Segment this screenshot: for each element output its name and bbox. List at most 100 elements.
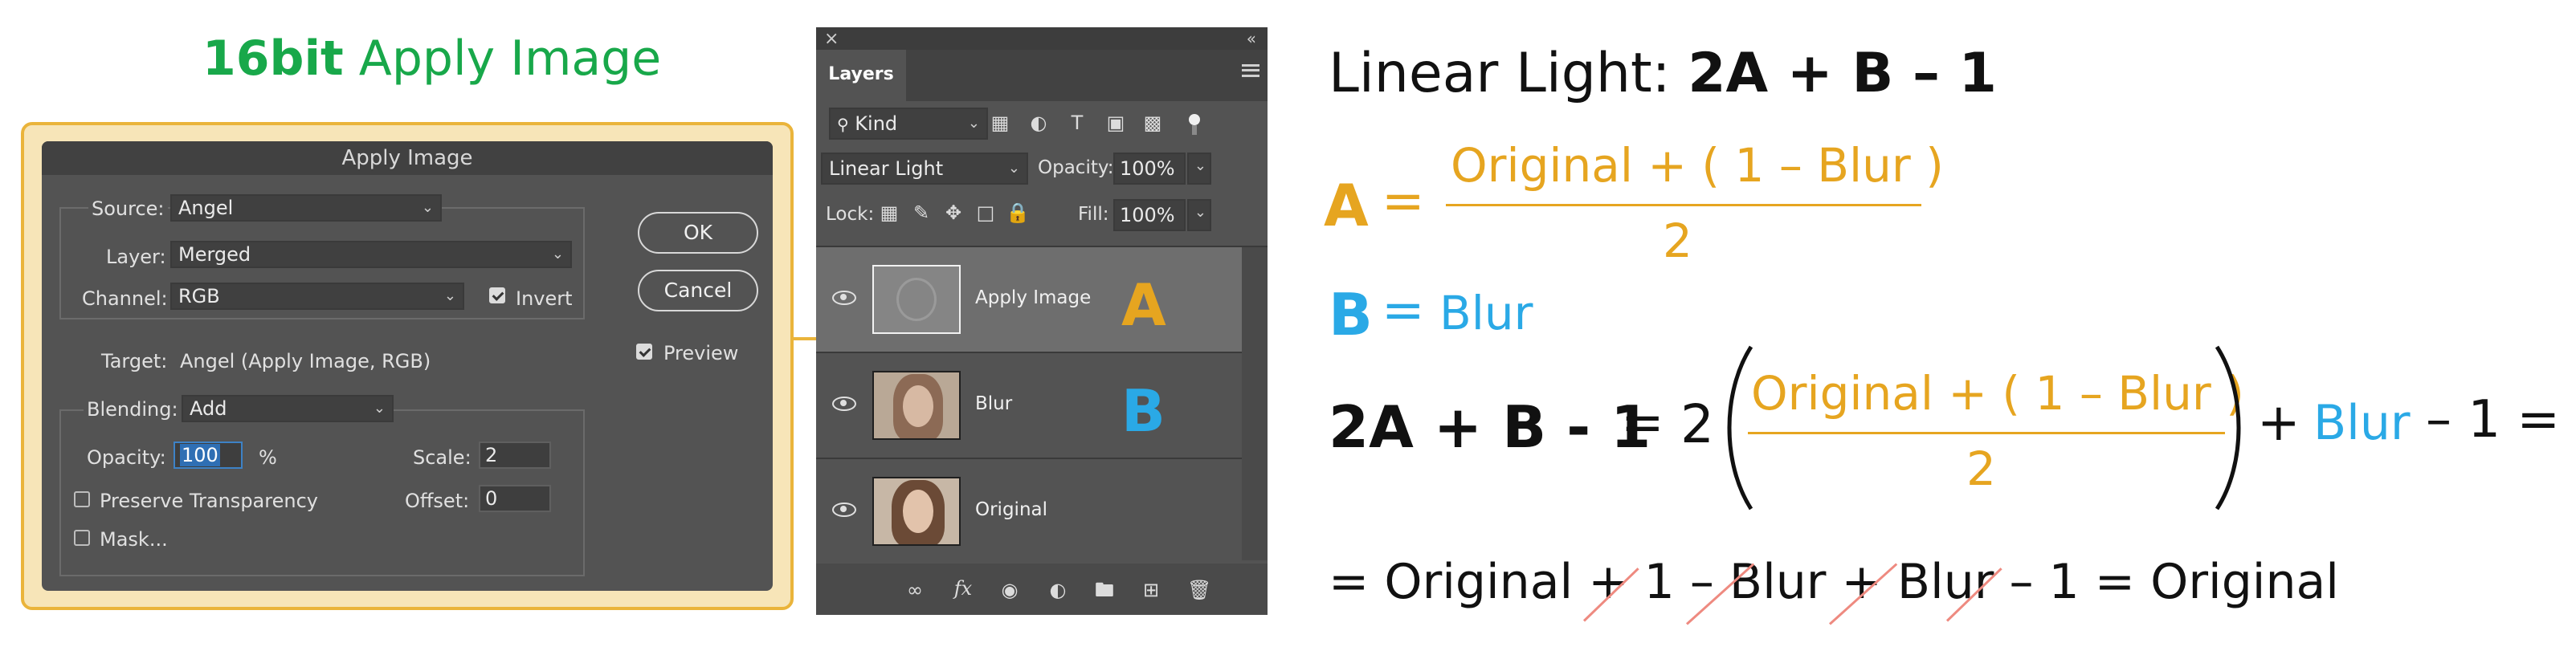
- lock-all-icon[interactable]: 🔒: [1006, 202, 1030, 223]
- adjustment-filter-icon[interactable]: ◐: [1028, 112, 1049, 133]
- layer-select[interactable]: Merged ⌄: [170, 241, 572, 268]
- opacity-value: 100: [180, 444, 220, 466]
- blend-mode-value: Linear Light: [829, 157, 944, 180]
- expand-numerator: Original + ( 1 – Blur ): [1751, 366, 2244, 421]
- chevron-down-icon: ⌄: [1194, 204, 1206, 221]
- image-filter-icon[interactable]: ▦: [990, 112, 1010, 133]
- eye-icon[interactable]: [832, 395, 856, 411]
- lock-position-icon[interactable]: ✥: [943, 202, 964, 223]
- blending-value: Add: [190, 397, 227, 420]
- link-layers-icon[interactable]: ∞: [904, 580, 925, 600]
- layers-panel: × « Layers ⚲ Kind ⌄ ▦ ◐ T ▣ ▩ Linear Ligh…: [816, 27, 1268, 615]
- final-part-cancelled: 1: [2048, 554, 2080, 610]
- scrollbar[interactable]: [1242, 247, 1268, 560]
- new-layer-icon[interactable]: ⊞: [1141, 580, 1161, 600]
- layer-thumbnail: [872, 477, 961, 546]
- blend-mode-select[interactable]: Linear Light ⌄: [821, 153, 1028, 185]
- preview-checkbox[interactable]: [636, 344, 652, 360]
- lock-transparent-pixels-icon[interactable]: ▦: [879, 202, 900, 223]
- preserve-transparency-checkbox[interactable]: [74, 491, 90, 507]
- folder-icon[interactable]: 🖿: [1094, 580, 1115, 600]
- chevron-down-icon: ⌄: [373, 400, 386, 417]
- layer-label: Layer:: [106, 246, 166, 268]
- blending-select[interactable]: Add ⌄: [182, 395, 394, 422]
- cancel-button[interactable]: Cancel: [638, 270, 758, 311]
- final-part: = Original: [2079, 554, 2339, 610]
- new-adjustment-layer-icon[interactable]: ◐: [1047, 580, 1068, 600]
- layer-name: Blur: [975, 393, 1013, 414]
- type-filter-icon[interactable]: T: [1067, 112, 1088, 133]
- offset-input[interactable]: 0: [479, 485, 551, 512]
- b-letter: B: [1329, 281, 1373, 348]
- chevron-down-icon: ⌄: [443, 287, 456, 304]
- layer-tag-a: A: [1121, 271, 1166, 339]
- formula-title: Linear Light: 2A + B – 1: [1329, 42, 1997, 105]
- layer-value: Merged: [178, 243, 251, 266]
- a-letter: A: [1324, 172, 1369, 239]
- final-line: = Original + 1 – Blur + Blur – 1 = Origi…: [1329, 554, 2339, 610]
- final-part: –: [1994, 554, 2049, 610]
- title-bold: 2A + B – 1: [1688, 42, 1997, 105]
- close-icon[interactable]: ×: [824, 29, 839, 49]
- a-equals: =: [1382, 172, 1425, 231]
- channel-select[interactable]: RGB ⌄: [170, 283, 464, 310]
- layer-opacity-value: 100%: [1120, 157, 1175, 180]
- ok-button[interactable]: OK: [638, 212, 758, 254]
- chevron-down-icon: ⌄: [1194, 157, 1206, 174]
- layer-thumbnail: [872, 371, 961, 440]
- lock-image-pixels-icon[interactable]: ✎: [911, 202, 932, 223]
- lock-artboard-icon[interactable]: □: [975, 202, 996, 223]
- source-select[interactable]: Angel ⌄: [170, 194, 442, 222]
- invert-checkbox[interactable]: [489, 287, 505, 303]
- panel-menu-icon[interactable]: [1242, 64, 1259, 77]
- fill-label: Fill:: [1078, 204, 1109, 225]
- scale-value: 2: [485, 444, 498, 466]
- tab-layers[interactable]: Layers: [816, 50, 906, 101]
- opacity-input[interactable]: 100: [174, 442, 243, 469]
- offset-label: Offset:: [405, 490, 470, 512]
- add-mask-icon[interactable]: ◉: [999, 580, 1020, 600]
- layer-opacity-dropdown[interactable]: ⌄: [1187, 153, 1211, 185]
- final-part: = Original +: [1329, 554, 1644, 610]
- panel-topbar: [816, 27, 1268, 50]
- layer-opacity-input[interactable]: 100%: [1113, 153, 1186, 185]
- b-value: Blur: [1439, 286, 1533, 340]
- channel-label: Channel:: [82, 287, 168, 310]
- kind-filter-select[interactable]: ⚲ Kind ⌄: [829, 108, 988, 140]
- expand-blur: Blur: [2313, 395, 2411, 451]
- eye-icon[interactable]: [832, 289, 856, 305]
- target-value: Angel (Apply Image, RGB): [180, 350, 431, 372]
- eye-icon[interactable]: [832, 501, 856, 517]
- expand-two: 2: [1680, 393, 1714, 455]
- heading-bold: 16bit: [202, 31, 344, 87]
- percent-sign: %: [259, 446, 277, 469]
- expand-tail: – 1 =: [2426, 390, 2561, 450]
- mask-checkbox[interactable]: [74, 530, 90, 546]
- heading: 16bit Apply Image: [202, 31, 661, 87]
- right-paren: [2215, 345, 2241, 511]
- a-numerator: Original + ( 1 – Blur ): [1451, 138, 1944, 193]
- b-equals: =: [1382, 281, 1425, 340]
- layer-row-blur[interactable]: Blur B: [816, 353, 1242, 458]
- fill-dropdown[interactable]: ⌄: [1187, 199, 1211, 231]
- fx-icon[interactable]: fx: [953, 578, 974, 599]
- shape-filter-icon[interactable]: ▣: [1105, 112, 1126, 133]
- scale-input[interactable]: 2: [479, 442, 551, 469]
- final-part-cancelled: Blur: [1729, 554, 1827, 610]
- layer-row-original[interactable]: Original: [816, 459, 1242, 564]
- a-denominator: 2: [1663, 214, 1692, 268]
- expand-denominator: 2: [1966, 442, 1996, 496]
- layer-row-apply-image[interactable]: Apply Image A: [816, 247, 1242, 352]
- collapse-icon[interactable]: «: [1247, 29, 1256, 48]
- fill-input[interactable]: 100%: [1113, 199, 1186, 231]
- chevron-down-icon: ⌄: [551, 246, 564, 262]
- invert-label: Invert: [516, 287, 573, 310]
- trash-icon[interactable]: 🗑: [1187, 580, 1211, 600]
- filter-toggle-icon[interactable]: [1189, 114, 1202, 135]
- kind-value: Kind: [855, 112, 898, 135]
- mask-label: Mask...: [100, 528, 168, 551]
- smart-object-filter-icon[interactable]: ▩: [1142, 112, 1163, 133]
- source-label: Source:: [88, 197, 168, 220]
- opacity-label: Opacity:: [87, 446, 166, 469]
- preserve-transparency-label: Preserve Transparency: [100, 490, 318, 512]
